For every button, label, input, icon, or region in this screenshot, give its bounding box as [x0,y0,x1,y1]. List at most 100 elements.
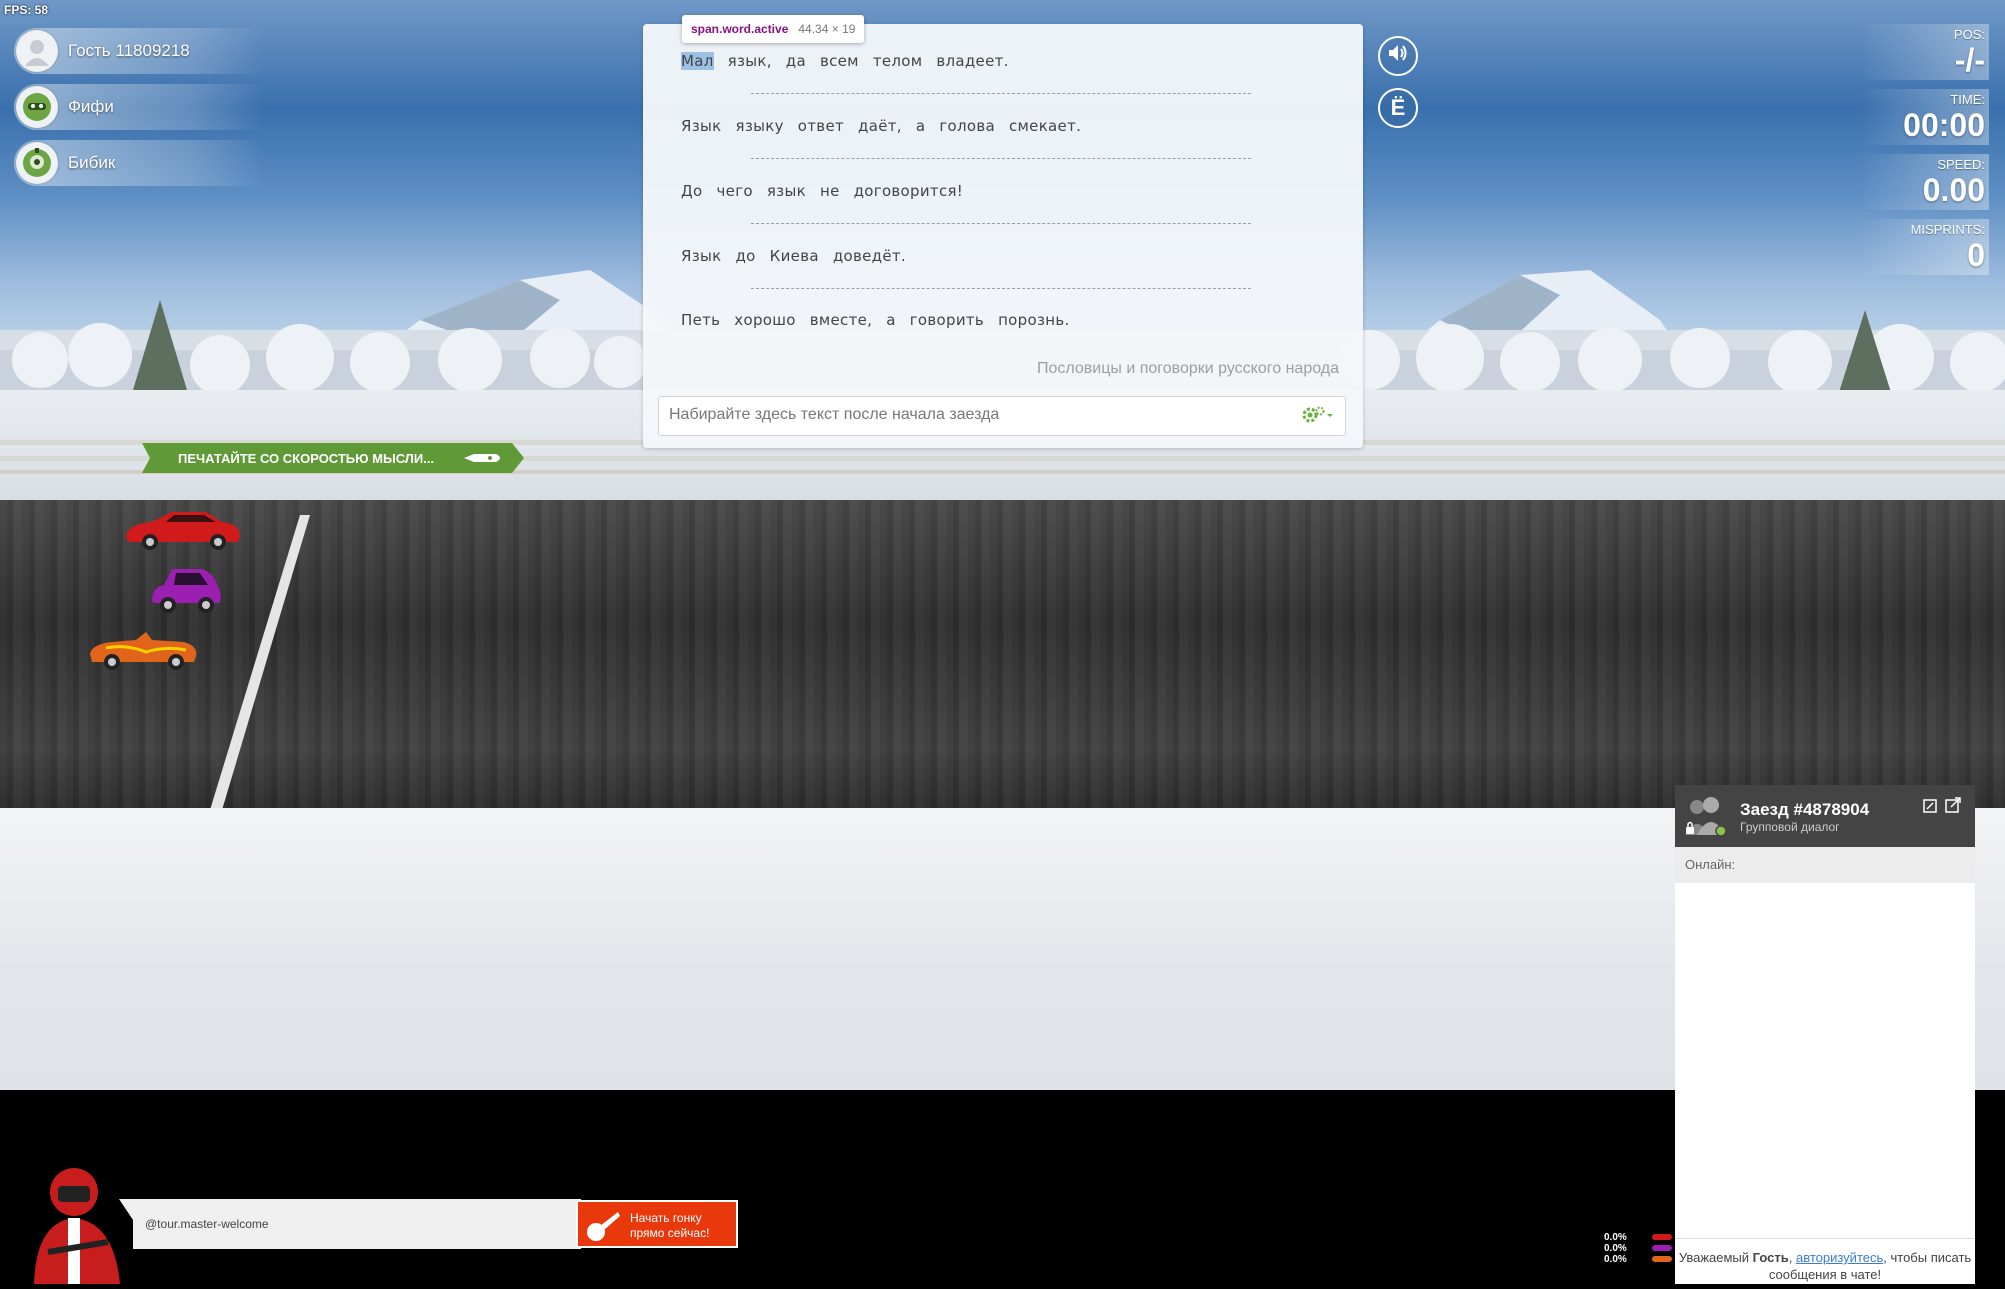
word: до [735,247,756,265]
start-line2: прямо сейчас! [630,1226,710,1240]
misprints-label: MISPRINTS: [1910,222,1985,237]
guest-avatar-icon [16,30,58,72]
group-users-icon [1683,795,1727,842]
player-name: Бибик [68,153,116,172]
player-name: Гость 11809218 [68,41,190,60]
mini-progress-value: 0.0% [1604,1254,1627,1265]
word: говорить [909,311,985,329]
typing-field[interactable] [658,396,1346,436]
time-value: 00:00 [1903,107,1985,143]
text-line-5: Петь хорошо вместе, а говорить порознь. [681,311,1084,329]
text-line-2: Язык языку ответ даёт, а голова смекает. [681,117,1095,135]
time-label: TIME: [1950,92,1985,107]
word: телом [872,52,923,70]
text-line-1: Мал язык, да всем телом владеет. [681,52,1023,70]
word: язык, [727,52,772,70]
speed-label: SPEED: [1937,157,1985,172]
line-separator [751,93,1251,94]
word: языку [735,117,784,135]
pos-label: POS: [1953,27,1985,42]
rocket-icon [460,450,506,471]
start-line [210,515,310,810]
typing-input[interactable] [659,397,1279,433]
collapse-icon[interactable] [1923,799,1937,818]
word: смекает. [1009,117,1082,135]
player-slot-1[interactable]: Гость 11809218 [14,28,264,74]
tooltip-selector: span.word.active [691,22,789,36]
word: вместе, [809,311,873,329]
racer-mascot [28,1162,128,1289]
online-label: Онлайн: [1675,847,1975,883]
mini-orange-car-icon [1651,1256,1672,1262]
devtools-tooltip: span.word.active 44.34 × 19 [682,15,865,43]
player-slot-2[interactable]: Фифи [14,84,264,130]
word: ответ [797,117,845,135]
hand-flag-icon [584,1208,622,1245]
red-car [122,506,244,559]
word: даёт, [858,117,902,135]
text-panel: Мал язык, да всем телом владеет. Язык языку отв… [643,24,1363,448]
footer-sep: , [1788,1250,1796,1265]
race-chat: Заезд #4878904 Групповой диалог Онлайн: … [1675,785,1975,1284]
footer-guest: Гость [1752,1250,1789,1265]
line-separator [751,223,1251,224]
mini-progress-value: 0.0% [1604,1243,1627,1254]
slogan-banner: ПЕЧАТАЙТЕ СО СКОРОСТЬЮ МЫСЛИ... [142,443,524,473]
word: владеет. [936,52,1009,70]
login-link[interactable]: авторизуйтесь [1796,1250,1883,1265]
word: а [915,117,926,135]
sound-button[interactable] [1378,36,1418,76]
word: чего [716,182,753,200]
footer-pre: Уважаемый [1678,1250,1753,1265]
yo-toggle-button[interactable]: Ё [1378,88,1418,128]
mini-purple-car-icon [1651,1245,1672,1251]
chat-footer: Уважаемый Гость, авторизуйтесь, чтобы пи… [1675,1238,1975,1284]
word: Петь [681,311,721,329]
word: договорится! [853,182,964,200]
mini-red-car-icon [1651,1234,1672,1240]
pos-value: -/- [1954,42,1985,78]
green-bot-avatar-icon [16,86,58,128]
banner-text: ПЕЧАТАЙТЕ СО СКОРОСТЬЮ МЫСЛИ... [178,451,435,466]
word: не [819,182,840,200]
word: всем [819,52,859,70]
chat-title: Заезд #4878904 [1740,800,1870,819]
time-stat: TIME: 00:00 [1859,89,1989,145]
fps-counter: FPS: 58 [4,3,49,17]
start-race-button[interactable]: Начать гонку прямо сейчас! [576,1200,738,1248]
green-robot-avatar-icon [16,142,58,184]
word: До [681,182,703,200]
word: да [785,52,806,70]
word: Язык [681,247,722,265]
purple-car [148,563,224,622]
word-active: Мал [681,52,714,70]
mini-progress-3: 0.0% [1604,1254,1672,1265]
welcome-text: @tour.master-welcome [145,1217,269,1231]
word: а [886,311,896,329]
word: голова [939,117,995,135]
word: Киева [769,247,819,265]
player-name: Фифи [68,97,114,116]
word: Язык [681,117,722,135]
line-separator [751,158,1251,159]
mini-progress-value: 0.0% [1604,1232,1627,1243]
chat-header: Заезд #4878904 Групповой диалог [1675,785,1975,847]
speaker-icon [1387,43,1409,69]
orange-car [86,626,200,677]
mini-progress-2: 0.0% [1604,1243,1672,1254]
pos-stat: POS: -/- [1859,24,1989,80]
start-line1: Начать гонку [630,1211,702,1225]
welcome-bubble: @tour.master-welcome [119,1199,581,1249]
text-line-4: Язык до Киева доведёт. [681,247,920,265]
settings-gear-icon[interactable] [1301,405,1335,430]
line-separator [751,288,1251,289]
misprints-value: 0 [1967,237,1985,273]
word: хорошо [734,311,796,329]
chat-subtitle: Групповой диалог [1740,820,1840,834]
player-slot-3[interactable]: Бибик [14,140,264,186]
popout-icon[interactable] [1945,797,1961,818]
word: порознь. [998,311,1070,329]
word: язык [766,182,806,200]
tooltip-size: 44.34 × 19 [798,22,856,36]
misprints-stat: MISPRINTS: 0 [1859,219,1989,275]
